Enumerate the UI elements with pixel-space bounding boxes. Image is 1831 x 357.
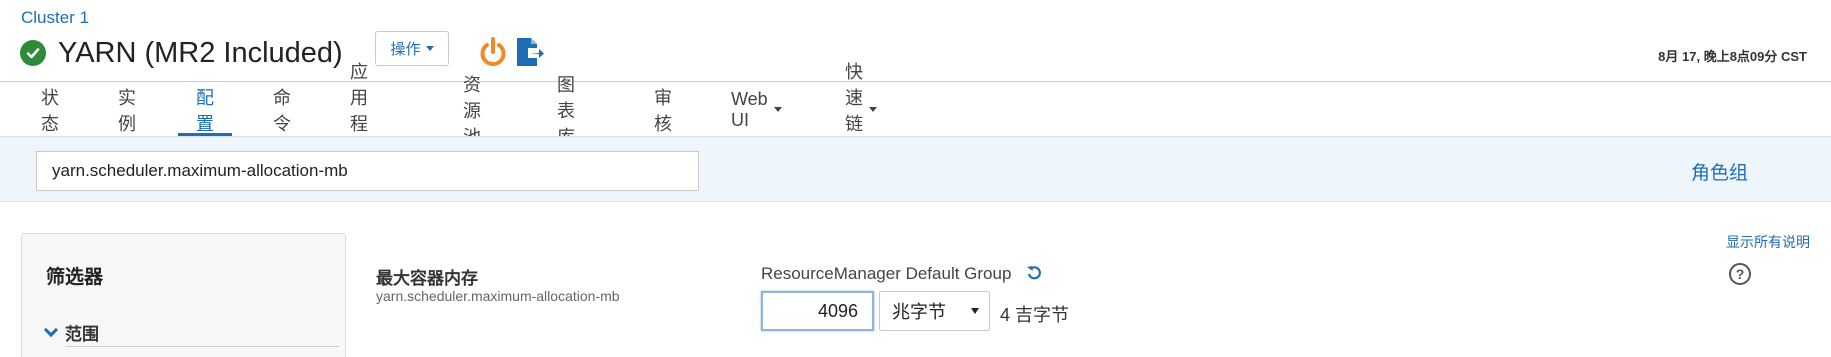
tab-charts-library[interactable]: 图表库 <box>557 75 575 147</box>
tab-label: 实例 <box>118 87 136 134</box>
actions-dropdown-button[interactable]: 操作 <box>375 31 449 66</box>
converted-value: 4 吉字节 <box>1000 305 1070 325</box>
tab-applications[interactable]: 应用程序 <box>350 62 368 160</box>
role-group-label[interactable]: ResourceManager Default Group <box>761 264 1011 284</box>
power-icon[interactable] <box>478 36 508 68</box>
unit-selected-value: 兆字节 <box>892 302 946 322</box>
memory-value-input[interactable] <box>761 291 874 331</box>
role-groups-link[interactable]: 角色组 <box>1691 158 1748 185</box>
caret-down-icon <box>425 46 434 51</box>
filter-section-scope[interactable]: 范围 <box>43 320 99 345</box>
search-band: 角色组 <box>0 136 1831 202</box>
tab-audits[interactable]: 审核 <box>654 82 672 137</box>
caret-down-icon <box>773 107 782 112</box>
tab-commands[interactable]: 命令 <box>273 82 291 137</box>
property-key: yarn.scheduler.maximum-allocation-mb <box>376 288 620 304</box>
chevron-down-icon <box>43 322 59 337</box>
page-title: YARN (MR2 Included) <box>58 36 343 69</box>
dropdown-arrow-icon <box>971 308 979 314</box>
config-search-input[interactable] <box>36 151 699 191</box>
tab-label: 配置 <box>196 87 214 134</box>
check-circle-icon <box>20 40 46 66</box>
revert-icon[interactable] <box>1025 264 1043 282</box>
caret-down-icon <box>869 107 877 112</box>
tab-web-ui[interactable]: Web UI <box>731 82 782 137</box>
tab-label: Web UI <box>731 88 768 130</box>
help-icon[interactable]: ? <box>1729 263 1751 285</box>
tab-configuration[interactable]: 配置 <box>178 82 232 137</box>
filter-panel: 筛选器 范围 <box>21 233 346 357</box>
show-all-descriptions-link[interactable]: 显示所有说明 <box>1726 232 1810 252</box>
actions-label: 操作 <box>390 41 421 58</box>
tab-quick-links[interactable]: 快速链接 <box>845 62 877 160</box>
title-row: YARN (MR2 Included) <box>20 36 343 70</box>
tab-label: 状态 <box>41 87 59 134</box>
tab-label: 审核 <box>654 87 672 134</box>
unit-select[interactable]: 兆字节 <box>879 291 990 331</box>
filter-divider <box>66 346 339 347</box>
tab-resource-pools[interactable]: 资源池 <box>463 75 481 147</box>
cluster-breadcrumb[interactable]: Cluster 1 <box>21 8 89 28</box>
tab-label: 命令 <box>273 87 291 134</box>
export-icon[interactable] <box>515 36 545 68</box>
filter-section-label: 范围 <box>65 325 99 344</box>
property-display-name: 最大容器内存 <box>376 269 478 288</box>
filter-title: 筛选器 <box>46 267 104 288</box>
tab-instances[interactable]: 实例 <box>118 82 136 137</box>
timestamp: 8月 17, 晚上8点09分 CST <box>1658 49 1807 64</box>
tab-status[interactable]: 状态 <box>41 82 59 137</box>
